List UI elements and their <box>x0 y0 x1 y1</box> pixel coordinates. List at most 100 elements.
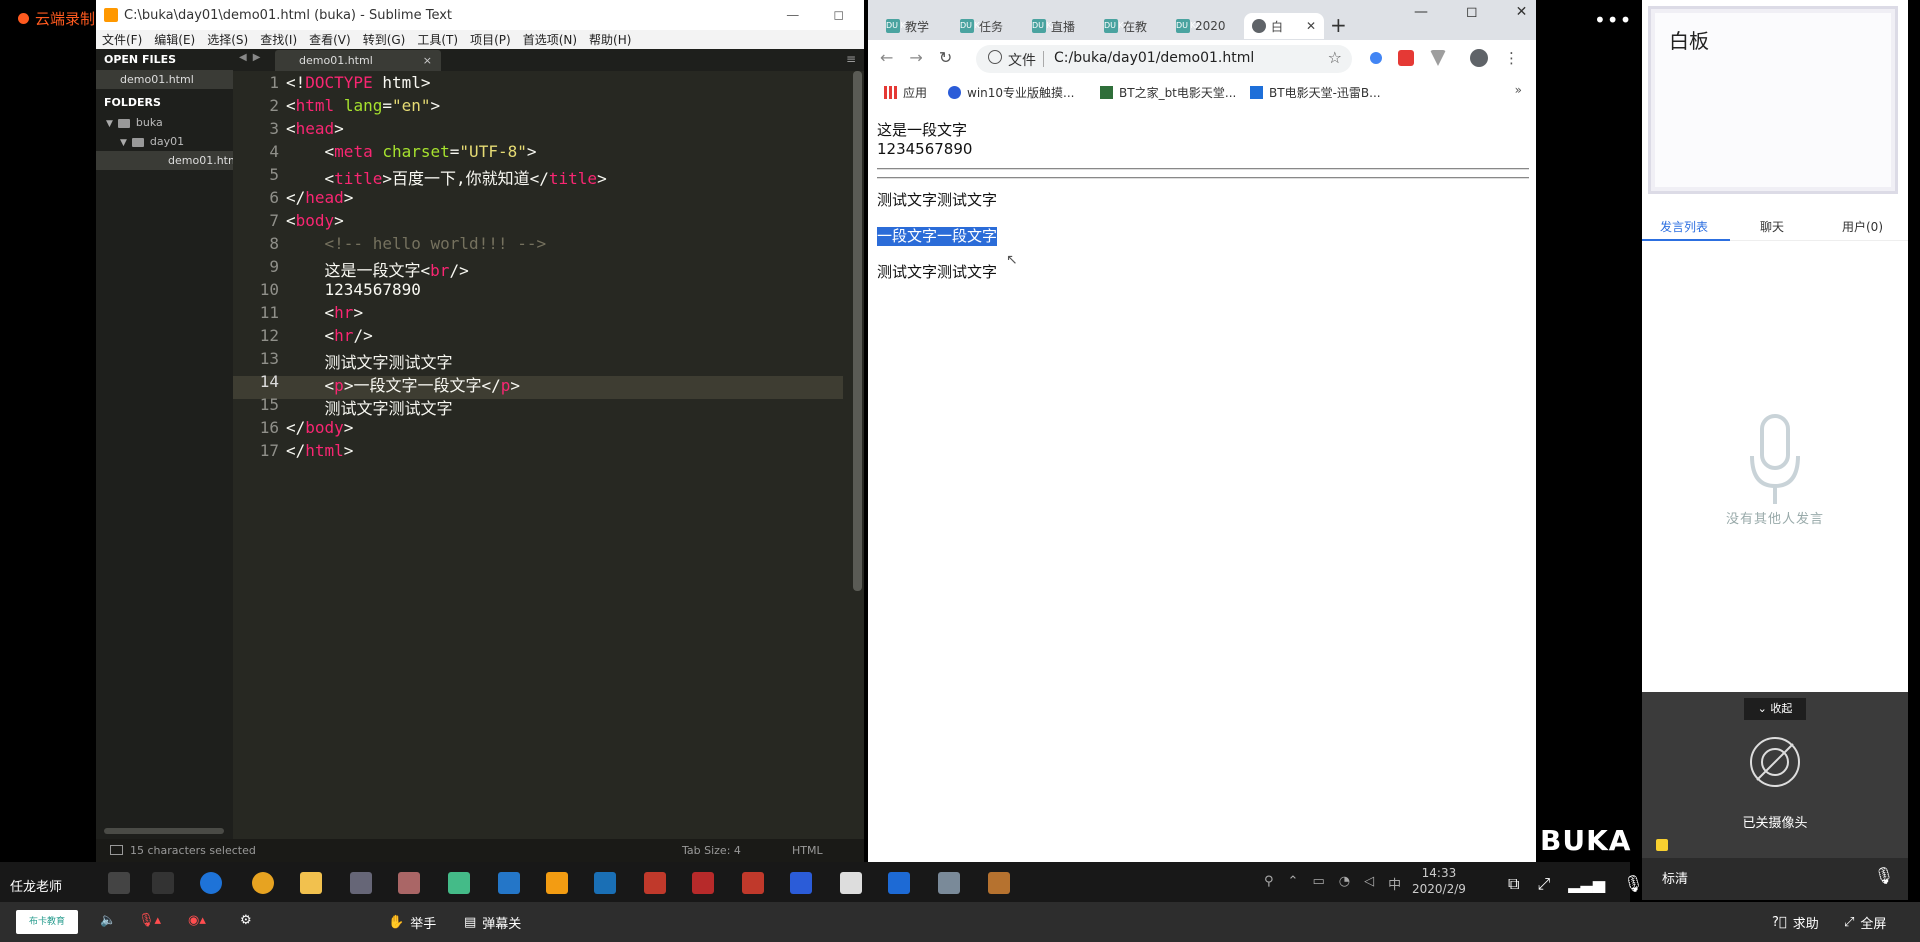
browser-tab[interactable]: DU KA 2020 <box>1176 13 1238 39</box>
open-file-item[interactable]: demo01.html <box>96 70 233 89</box>
maximize-button[interactable]: ◻ <box>833 8 844 23</box>
minimize-button[interactable]: — <box>1414 4 1428 20</box>
syntax-status[interactable]: HTML <box>792 844 823 857</box>
tab-scroll-arrows-icon[interactable]: ◀▶ <box>239 52 266 63</box>
code-editor[interactable]: 1 2 3 4 5 6 7 8 9 10 11 12 13 14 15 16 1… <box>233 71 972 839</box>
explorer-icon[interactable] <box>300 872 322 894</box>
panel-toggle-icon[interactable] <box>110 845 123 855</box>
menu-view[interactable]: 查看(V) <box>309 31 351 48</box>
chrome-menu-icon[interactable]: ⋮ <box>1504 49 1519 67</box>
minimize-button[interactable]: — <box>786 8 799 23</box>
menu-goto[interactable]: 转到(G) <box>363 31 406 48</box>
sublime-titlebar[interactable]: C:\buka\day01\demo01.html (buka) - Subli… <box>96 0 864 30</box>
info-icon[interactable] <box>988 50 1002 64</box>
task-view-icon[interactable] <box>152 872 174 894</box>
new-tab-button[interactable]: + <box>1330 13 1347 37</box>
taskbar-app-icon[interactable] <box>644 872 666 894</box>
collapse-button[interactable]: ⌄ 收起 <box>1744 698 1806 720</box>
volume-icon[interactable]: ◁ <box>1364 874 1374 893</box>
more-options-icon[interactable]: ••• <box>1594 8 1632 32</box>
file-demo01[interactable]: demo01.html <box>96 151 242 170</box>
settings-gear-icon[interactable]: ⚙ <box>240 913 252 928</box>
taskbar-app-icon[interactable] <box>448 872 470 894</box>
mic-icon[interactable]: 🎙 <box>1623 874 1643 894</box>
danmaku-toggle[interactable]: ▤ 弹幕关 <box>464 913 521 932</box>
bookmarks-overflow-button[interactable]: » <box>1515 83 1522 97</box>
taskbar-app-icon[interactable] <box>988 872 1010 894</box>
tab-chat[interactable]: 聊天 <box>1760 218 1784 235</box>
folder-day01[interactable]: ▼ day01 <box>96 132 233 151</box>
bookmark-item[interactable]: BT之家_bt电影天堂... <box>1100 84 1236 101</box>
browser-tab[interactable]: DU KA 任务 <box>960 13 1022 39</box>
menu-edit[interactable]: 编辑(E) <box>154 31 195 48</box>
tray-chevron-icon[interactable]: ⌃ <box>1288 874 1299 893</box>
browser-tab[interactable]: DU KA 直播 <box>1032 13 1096 39</box>
mic-muted-icon[interactable]: 🎙 <box>1874 866 1894 885</box>
extension-bird-icon[interactable] <box>1370 52 1382 64</box>
tab-speakers[interactable]: 发言列表 <box>1660 218 1708 235</box>
start-icon[interactable] <box>108 872 130 894</box>
address-bar[interactable]: 文件 C:/buka/day01/demo01.html ☆ <box>976 45 1352 73</box>
profile-avatar-icon[interactable] <box>1470 49 1488 67</box>
page-content[interactable]: 这是一段文字 1234567890 测试文字测试文字 一段文字一段文字 测试文字… <box>868 106 1536 862</box>
tab-size-status[interactable]: Tab Size: 4 <box>682 844 741 857</box>
whiteboard-thumbnail[interactable]: 白板 <box>1648 6 1898 194</box>
mic-muted-button[interactable]: 🎙▴ <box>138 913 161 928</box>
taskbar-app-icon[interactable] <box>398 872 420 894</box>
close-icon[interactable]: ✕ <box>1306 19 1324 33</box>
vscode-icon[interactable] <box>498 872 520 894</box>
menu-project[interactable]: 项目(P) <box>470 31 511 48</box>
ime-indicator[interactable]: 中 <box>1388 874 1401 893</box>
raise-hand-button[interactable]: ✋ 举手 <box>388 913 436 932</box>
tab-menu-icon[interactable]: ≡ <box>846 52 856 66</box>
menu-tools[interactable]: 工具(T) <box>417 31 458 48</box>
person-icon[interactable]: ⚲ <box>1264 874 1274 893</box>
menu-selection[interactable]: 选择(S) <box>207 31 248 48</box>
fullscreen-button[interactable]: ⤢ 全屏 <box>1844 913 1886 932</box>
browser-tab[interactable]: DU KA 在教 <box>1104 13 1166 39</box>
taskbar-app-icon[interactable] <box>938 872 960 894</box>
system-clock[interactable]: 14:33 2020/2/9 <box>1412 865 1466 897</box>
back-button[interactable]: ← <box>880 48 893 67</box>
wps-icon[interactable] <box>790 872 812 894</box>
menu-file[interactable]: 文件(F) <box>102 31 142 48</box>
taskbar-app-icon[interactable] <box>742 872 764 894</box>
bookmark-item[interactable]: BT电影天堂-迅雷B... <box>1250 84 1381 101</box>
taskbar-app-icon[interactable] <box>350 872 372 894</box>
screen-share-icon[interactable]: ⧉ <box>1508 874 1519 894</box>
folder-buka[interactable]: ▼ buka <box>96 113 233 132</box>
bookmark-apps[interactable]: 应用 <box>884 84 927 101</box>
bookmark-star-icon[interactable]: ☆ <box>1328 48 1342 67</box>
horizontal-scrollbar[interactable] <box>104 828 224 834</box>
chrome-icon[interactable] <box>252 872 274 894</box>
tab-users[interactable]: 用户(0) <box>1842 218 1883 235</box>
browser-tab[interactable]: DU KA 教学 <box>886 13 952 39</box>
speaker-icon[interactable]: 🔈 <box>100 913 116 928</box>
quality-selector[interactable]: 标清 <box>1662 868 1688 887</box>
extension-vpn-icon[interactable] <box>1430 50 1446 66</box>
forward-button[interactable]: → <box>909 48 922 67</box>
extension-video-icon[interactable] <box>1398 50 1414 66</box>
close-button[interactable]: ✕ <box>1516 4 1528 20</box>
expand-icon[interactable]: ⤢ <box>1537 874 1550 894</box>
record-button[interactable]: ◉▴ <box>188 913 206 928</box>
network-icon[interactable]: ◔ <box>1339 874 1350 893</box>
battery-icon[interactable]: ▭ <box>1312 874 1324 893</box>
taskbar-app-icon[interactable] <box>546 872 568 894</box>
browser-tab-active[interactable]: 白 ✕ <box>1244 13 1324 39</box>
taskbar-app-icon[interactable] <box>888 872 910 894</box>
taskbar-app-icon[interactable] <box>594 872 616 894</box>
close-icon[interactable]: × <box>423 50 432 71</box>
bookmark-item[interactable]: win10专业版触摸... <box>948 84 1074 101</box>
vertical-scrollbar[interactable] <box>853 71 862 591</box>
help-button[interactable]: ?⃝ 求助 <box>1772 913 1819 932</box>
reload-button[interactable]: ↻ <box>939 48 952 67</box>
maximize-button[interactable]: ◻ <box>1466 4 1478 20</box>
tab-demo01[interactable]: demo01.html × <box>275 50 441 71</box>
taskbar-app-icon[interactable] <box>840 872 862 894</box>
edge-icon[interactable] <box>200 872 222 894</box>
menu-help[interactable]: 帮助(H) <box>589 31 631 48</box>
address-url[interactable]: C:/buka/day01/demo01.html <box>1054 50 1254 66</box>
menu-find[interactable]: 查找(I) <box>260 31 297 48</box>
menu-preferences[interactable]: 首选项(N) <box>523 31 577 48</box>
